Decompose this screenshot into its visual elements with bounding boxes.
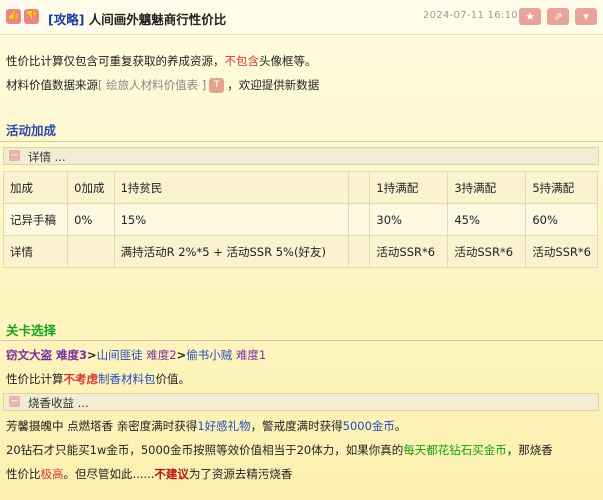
post-date: 2024-07-11 16:10 [423,10,518,21]
divider [0,340,603,341]
title-tag: [攻略] [48,12,85,27]
calc-item: 制香材料包 [98,372,156,386]
table-row: 详情 满持活动R 2%*5 + 活动SSR 5%(好友) 活动SSR*6 活动S… [2,235,598,268]
incense-text: 。但尽管如此...... [63,467,155,481]
table-cell [347,171,371,204]
intro-highlight: 不包含 [224,54,260,68]
stage-order-line: 窃文大盗 难度3>山间匪徒 难度2>偷书小贼 难度1 [6,347,266,363]
intro-text: 头像框等。 [259,54,317,68]
table-cell: 1持满配 [369,171,449,204]
calc-note-line: 性价比计算不考虑制香材料包价值。 [6,371,190,387]
table-cell [67,235,115,268]
bonus-table: 加成 0加成 1持贫民 1持满配 3持满配 5持满配 记异手稿 0% 15% 3… [2,171,598,268]
source-note: ，欢迎提供新数据 [227,78,320,92]
divider [0,141,603,142]
incense-text: 为了资源去精污烧香 [188,467,293,481]
table-cell: 0加成 [67,171,115,204]
post-title: [攻略] 人间画外魑魅商行性价比 [48,9,226,28]
collapse-icon: − [9,150,20,161]
incense-reward: 5000金币 [342,419,395,433]
incense-text: 性价比 [6,467,41,481]
stage-name: 偷书小贼 [186,348,233,362]
table-cell: 45% [447,203,527,236]
page: 👍 👎 [攻略] 人间画外魑魅商行性价比 2024-07-11 16:10 ★ … [0,0,603,500]
stage-difficulty: 难度2 [142,348,177,362]
title-text: 人间画外魑魅商行性价比 [84,12,227,27]
intro-line-1: 性价比计算仅包含可重复获取的养成资源，不包含头像框等。 [6,53,317,69]
stage-name: 窃文大盗 难度3 [6,348,88,362]
calc-text: 性价比计算 [6,372,64,386]
arrow-text: > [176,348,187,362]
collapse-icon: − [9,396,20,407]
intro-text: 性价比计算仅包含可重复获取的养成资源， [6,54,225,68]
intro-line-2: 材料价值数据来源[ 绘旅人材料价值表 ] T ，欢迎提供新数据 [6,77,319,93]
incense-label: 烧香收益 ... [28,396,89,410]
calc-highlight: 不考虑 [63,372,99,386]
stage-name: 山间匪徒 [96,348,143,362]
incense-reward: 1好感礼物 [197,419,251,433]
table-cell: 5持满配 [525,171,598,204]
table-cell: 活动SSR*6 [369,235,449,268]
table-cell: 0% [67,203,115,236]
translate-icon[interactable]: T [209,78,225,93]
table-cell: 15% [113,203,349,236]
table-cell: 30% [369,203,449,236]
stage-difficulty: 难度1 [232,348,267,362]
table-cell: 活动SSR*6 [525,235,598,268]
star-icon[interactable]: ★ [519,8,541,25]
table-cell [347,203,371,236]
table-row: 记异手稿 0% 15% 30% 45% 60% [2,203,598,236]
table-cell: 加成 [2,171,69,204]
details-toggle[interactable]: − 详情 ... [3,147,599,165]
table-cell: 3持满配 [447,171,527,204]
incense-text: 20钻石才只能买1w金币，5000金币按照等效价值相当于20体力，如果你真的 [6,443,404,457]
incense-text: ，那烧香 [506,443,553,457]
incense-text: 。 [394,419,407,433]
thumbs-down-icon[interactable]: 👎 [24,9,39,24]
calc-text: 价值。 [155,372,191,386]
more-icon[interactable]: ▾ [575,8,597,25]
table-cell: 记异手稿 [2,203,69,236]
share-icon[interactable]: ⇗ [547,8,569,25]
table-cell: 详情 [2,235,69,268]
incense-highlight: 每天都花钻石买金币 [403,443,507,457]
table-cell: 1持贫民 [113,171,349,204]
incense-line-1: 芳馨摄魄中 点燃塔香 亲密度满时获得1好感礼物，警戒度满时获得5000金币。 [6,418,406,434]
incense-highlight: 极高 [40,467,64,481]
incense-text: ，警戒度满时获得 [250,419,343,433]
incense-warning: 不建议 [154,467,189,481]
details-label: 详情 ... [28,150,66,164]
table-cell [347,235,371,268]
section-title-stage: 关卡选择 [6,323,57,338]
table-cell: 满持活动R 2%*5 + 活动SSR 5%(好友) [113,235,349,268]
incense-text: 芳馨摄魄中 点燃塔香 亲密度满时获得 [6,419,198,433]
arrow-text: > [87,348,97,362]
incense-line-2: 20钻石才只能买1w金币，5000金币按照等效价值相当于20体力，如果你真的每天… [6,442,553,458]
source-link[interactable]: [ 绘旅人材料价值表 ] [98,78,206,92]
source-label: 材料价值数据来源 [6,78,98,92]
table-cell: 60% [525,203,598,236]
incense-toggle[interactable]: − 烧香收益 ... [3,393,599,411]
thumbs-up-icon[interactable]: 👍 [6,9,21,24]
section-title-bonus: 活动加成 [6,123,57,138]
incense-line-3: 性价比极高。但尽管如此......不建议为了资源去精污烧香 [6,466,292,482]
post-header: 👍 👎 [攻略] 人间画外魑魅商行性价比 2024-07-11 16:10 ★ … [0,0,603,35]
table-row: 加成 0加成 1持贫民 1持满配 3持满配 5持满配 [2,171,598,204]
table-cell: 活动SSR*6 [447,235,527,268]
